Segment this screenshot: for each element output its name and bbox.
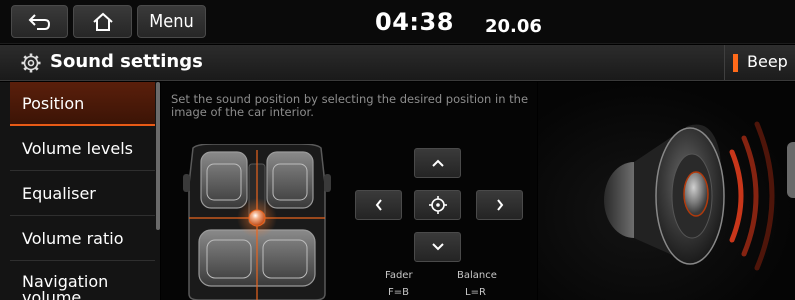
home-button[interactable] (73, 5, 132, 38)
chevron-left-icon (375, 199, 382, 211)
sidebar-item-equaliser[interactable]: Equaliser (10, 172, 155, 216)
speaker-icon (604, 121, 775, 271)
car-interior-image (183, 143, 331, 300)
clock: 04:38 (375, 8, 454, 36)
fader-label: Fader (385, 270, 413, 281)
beep-button[interactable]: Beep (724, 45, 795, 80)
position-panel: Set the sound position by selecting the … (161, 82, 537, 300)
back-button[interactable] (11, 5, 68, 38)
move-left-button[interactable] (355, 190, 402, 220)
back-icon (28, 13, 50, 30)
sidebar-item-volume-levels[interactable]: Volume levels (10, 127, 155, 171)
position-marker (248, 209, 266, 227)
move-down-button[interactable] (414, 232, 461, 262)
date: 20.06 (485, 16, 542, 37)
gear-icon (21, 53, 41, 73)
move-right-button[interactable] (476, 190, 523, 220)
car-interior-map[interactable] (183, 143, 331, 300)
center-target-icon (428, 196, 447, 214)
instructions-text: Set the sound position by selecting the … (171, 92, 529, 119)
home-icon (92, 12, 113, 31)
speaker-visual-panel (538, 82, 795, 300)
move-up-button[interactable] (414, 148, 461, 178)
chevron-down-icon (431, 243, 444, 251)
page-title: Sound settings (50, 51, 203, 72)
balance-value: L=R (465, 287, 486, 298)
chevron-up-icon (431, 159, 444, 167)
title-bar: Sound settings Beep (0, 45, 795, 81)
balance-label: Balance (457, 270, 497, 281)
status-bar: Menu 04:38 20.06 (0, 0, 795, 44)
sidebar-item-volume-ratio[interactable]: Volume ratio (10, 217, 155, 261)
sidebar-scrollbar[interactable] (156, 82, 160, 230)
sidebar: Position Volume levels Equaliser Volume … (0, 82, 160, 300)
beep-label: Beep (747, 52, 788, 71)
sidebar-item-navigation-volume[interactable]: Navigation volume (10, 262, 155, 300)
chevron-right-icon (496, 199, 503, 211)
menu-button[interactable]: Menu (137, 5, 206, 38)
beep-indicator (733, 54, 738, 72)
sidebar-item-position[interactable]: Position (10, 82, 155, 126)
center-position-button[interactable] (414, 190, 461, 220)
fader-value: F=B (388, 287, 409, 298)
side-drawer-handle[interactable] (787, 142, 795, 198)
